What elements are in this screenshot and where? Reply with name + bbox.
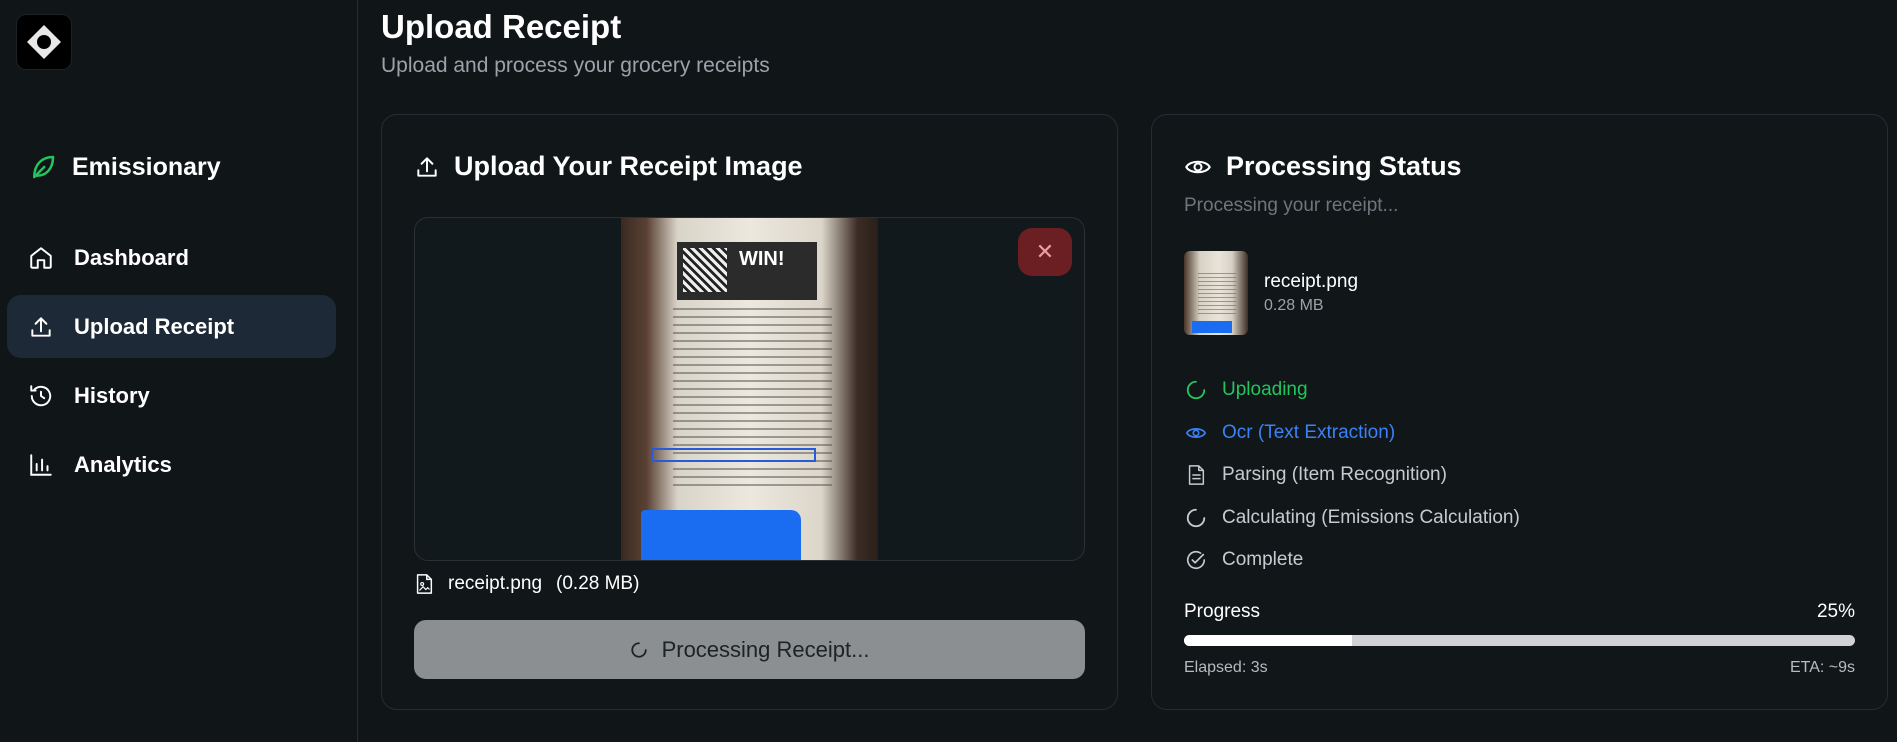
sidebar-item-label: Analytics (74, 451, 172, 477)
step-complete: Complete (1184, 539, 1520, 582)
loading-icon (1184, 506, 1208, 530)
upload-icon (28, 314, 54, 340)
progress-bar (1184, 635, 1855, 646)
sidebar-nav: Dashboard Upload Receipt History Analyti… (7, 226, 336, 502)
eye-icon (1184, 421, 1208, 445)
page-subtitle: Upload and process your grocery receipts (381, 54, 770, 77)
app-logo[interactable] (16, 14, 72, 70)
status-subtitle: Processing your receipt... (1184, 195, 1399, 216)
check-circle-icon (1184, 548, 1208, 572)
eta-time: ETA: ~9s (1789, 659, 1855, 676)
file-name: receipt.png (448, 573, 543, 594)
file-name: receipt.png (1264, 271, 1359, 292)
status-card: Processing Status Processing your receip… (1151, 114, 1888, 710)
brand[interactable]: Emissionary (28, 152, 221, 182)
processing-file: receipt.png 0.28 MB (1184, 251, 1358, 335)
page-title: Upload Receipt (381, 8, 622, 45)
step-label: Uploading (1222, 379, 1308, 401)
step-label: Complete (1222, 549, 1304, 571)
sidebar-item-history[interactable]: History (7, 364, 336, 427)
remove-image-button[interactable]: ✕ (1018, 228, 1072, 276)
sidebar-item-analytics[interactable]: Analytics (7, 433, 336, 496)
spinner-icon (630, 641, 647, 658)
elapsed-time: Elapsed: 3s (1184, 659, 1268, 676)
image-file-icon (416, 574, 433, 594)
sidebar-item-label: Dashboard (74, 244, 189, 270)
process-receipt-label: Processing Receipt... (661, 636, 870, 662)
receipt-thumbnail (1184, 251, 1248, 335)
progress-percent: 25% (1816, 601, 1855, 622)
file-size: 0.28 MB (1264, 297, 1324, 314)
step-calculating: Calculating (Emissions Calculation) (1184, 497, 1520, 540)
document-icon (1184, 463, 1208, 487)
sidebar-item-dashboard[interactable]: Dashboard (7, 226, 336, 289)
app-logo-icon (27, 25, 61, 59)
receipt-image: WIN! (621, 218, 878, 560)
bar-chart-icon (28, 452, 54, 478)
receipt-preview: WIN! ✕ (414, 217, 1085, 561)
brand-name: Emissionary (72, 152, 221, 181)
step-ocr: Ocr (Text Extraction) (1184, 412, 1520, 455)
sidebar-item-label: Upload Receipt (74, 313, 235, 339)
upload-card-title-text: Upload Your Receipt Image (454, 151, 803, 181)
progress-bar-fill (1184, 635, 1352, 646)
sidebar-item-upload-receipt[interactable]: Upload Receipt (7, 295, 336, 358)
leaf-icon (33, 155, 55, 179)
process-receipt-button[interactable]: Processing Receipt... (414, 620, 1085, 679)
upload-card: Upload Your Receipt Image WIN! ✕ receipt… (381, 114, 1118, 710)
step-label: Parsing (Item Recognition) (1222, 464, 1447, 486)
eye-icon (1185, 160, 1211, 173)
sidebar: Emissionary Dashboard Upload Receipt His… (0, 0, 358, 742)
step-label: Calculating (Emissions Calculation) (1222, 506, 1520, 528)
step-parsing: Parsing (Item Recognition) (1184, 454, 1520, 497)
progress-label: Progress (1184, 601, 1261, 622)
loading-icon (1184, 378, 1208, 402)
history-icon (28, 383, 54, 409)
sidebar-item-label: History (74, 382, 150, 408)
status-card-title-text: Processing Status (1226, 151, 1462, 181)
processing-steps: Uploading Ocr (Text Extraction) Parsing … (1184, 369, 1520, 582)
step-uploading: Uploading (1184, 369, 1520, 412)
step-label: Ocr (Text Extraction) (1222, 421, 1396, 443)
file-size: (0.28 MB) (556, 573, 640, 594)
file-info: receipt.png (0.28 MB) (414, 573, 639, 595)
close-icon: ✕ (1035, 239, 1055, 264)
status-card-title: Processing Status (1184, 151, 1462, 182)
upload-card-title: Upload Your Receipt Image (414, 151, 803, 182)
home-icon (28, 245, 54, 271)
upload-icon (417, 156, 437, 177)
